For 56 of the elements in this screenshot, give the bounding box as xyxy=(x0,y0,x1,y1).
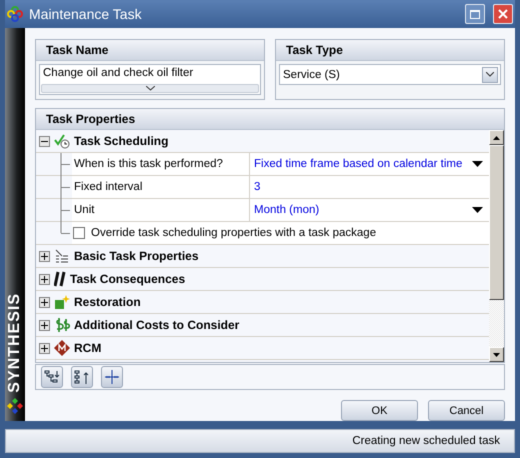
ok-button[interactable]: OK xyxy=(341,400,418,421)
expand-icon[interactable] xyxy=(39,296,50,308)
maximize-icon xyxy=(470,10,480,18)
group-label[interactable]: Restoration xyxy=(74,295,141,309)
chevron-down-icon[interactable] xyxy=(486,72,494,77)
group-label[interactable]: Additional Costs to Consider xyxy=(74,318,240,332)
maximize-button[interactable] xyxy=(465,4,485,24)
scroll-up-icon xyxy=(493,136,500,140)
app-logo-icon xyxy=(7,6,23,22)
panel-header: Task Properties xyxy=(36,109,504,130)
scroll-down-icon xyxy=(493,352,500,357)
task-name-field[interactable]: Change oil and check oil filter xyxy=(39,64,261,95)
column-resize-button[interactable] xyxy=(101,366,123,388)
checkmark-clock-icon xyxy=(54,133,70,149)
tree-connector xyxy=(60,153,72,176)
dollar-icon xyxy=(54,317,70,333)
expand-icon[interactable] xyxy=(39,342,50,354)
tree-down-icon xyxy=(44,369,60,386)
close-icon xyxy=(498,9,508,19)
collapse-icon[interactable] xyxy=(39,136,50,146)
diamond-logo-icon xyxy=(6,397,24,415)
brand-text: SYNTHESIS xyxy=(6,293,24,393)
scrollbar[interactable] xyxy=(489,130,504,362)
checkbox[interactable] xyxy=(73,227,85,239)
close-button[interactable] xyxy=(493,4,513,24)
expand-icon[interactable] xyxy=(39,320,50,330)
panel-header: Task Name xyxy=(36,40,264,61)
group-label[interactable]: Basic Task Properties xyxy=(74,249,199,263)
expand-all-button[interactable] xyxy=(41,366,63,388)
group-label[interactable]: Task Consequences xyxy=(70,272,186,286)
property-value[interactable]: 3 xyxy=(254,181,260,193)
property-value[interactable]: Month (mon) xyxy=(254,204,320,216)
expand-icon[interactable] xyxy=(39,274,50,284)
property-label: Unit xyxy=(72,199,250,221)
cancel-button[interactable]: Cancel xyxy=(428,400,505,421)
task-type-dropdown[interactable]: Service (S) xyxy=(279,64,501,85)
list-icon xyxy=(54,248,70,264)
window-title: Maintenance Task xyxy=(29,6,143,22)
panel-header: Task Type xyxy=(276,40,504,61)
tree-up-icon xyxy=(74,369,90,386)
slash-marks-icon xyxy=(54,271,66,287)
group-label[interactable]: RCM xyxy=(74,341,102,355)
chevron-down-icon[interactable] xyxy=(146,86,154,91)
checkbox-label: Override task scheduling properties with a task package xyxy=(91,227,376,239)
tree-connector xyxy=(60,176,72,199)
collapse-all-button[interactable] xyxy=(71,366,93,388)
dropdown-caret-icon[interactable] xyxy=(472,161,483,167)
property-label: Fixed interval xyxy=(72,176,250,198)
group-label[interactable]: Task Scheduling xyxy=(74,134,168,148)
column-split-icon xyxy=(104,369,120,386)
property-label: When is this task performed? xyxy=(72,153,250,175)
cube-sparkle-icon xyxy=(54,294,70,310)
expand-icon[interactable] xyxy=(39,250,50,262)
status-text: Creating new scheduled task xyxy=(352,435,500,447)
m-emblem-icon xyxy=(54,340,70,356)
dropdown-caret-icon[interactable] xyxy=(472,207,483,213)
